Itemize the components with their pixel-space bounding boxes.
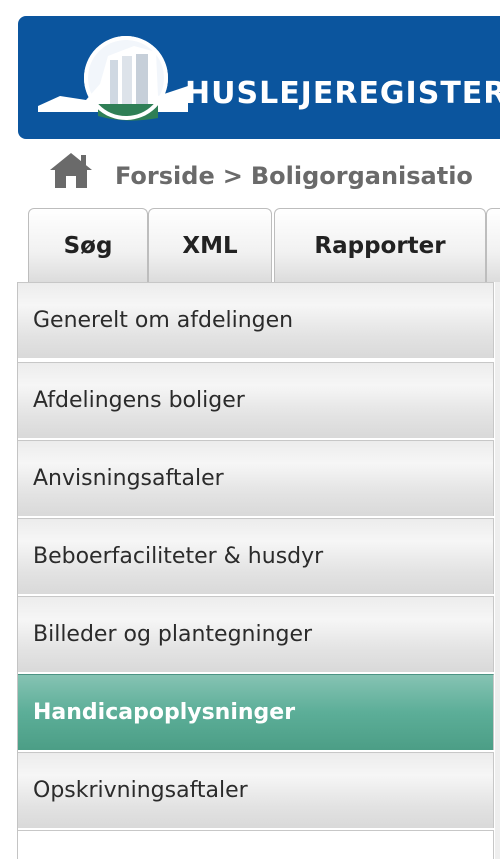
breadcrumb-link-boligorganisation[interactable]: Boligorganisatio	[251, 162, 473, 190]
menu-item-beboerfaciliteter[interactable]: Beboerfaciliteter & husdyr	[18, 518, 494, 594]
site-header: HUSLEJEREGISTER	[18, 16, 500, 139]
tab-rapporter[interactable]: Rapporter	[274, 208, 486, 282]
menu-item-handicapoplysninger[interactable]: Handicapoplysninger	[18, 674, 494, 750]
content-edge	[495, 282, 500, 859]
breadcrumb-separator: >	[222, 162, 243, 190]
breadcrumb-link-forside[interactable]: Forside	[115, 162, 215, 190]
tab-bar: Søg XML Rapporter	[28, 208, 500, 282]
menu-item-billeder[interactable]: Billeder og plantegninger	[18, 596, 494, 672]
menu-item-label: Handicapoplysninger	[33, 700, 296, 725]
menu-item-opskrivningsaftaler[interactable]: Opskrivningsaftaler	[18, 752, 494, 828]
menu-item-label: Billeder og plantegninger	[33, 622, 313, 647]
logo-icon[interactable]	[38, 26, 208, 136]
breadcrumb: Forside > Boligorganisatio	[48, 150, 500, 190]
tab-more[interactable]	[486, 208, 500, 282]
menu-item-next[interactable]	[18, 830, 494, 859]
menu-item-generelt[interactable]: Generelt om afdelingen	[18, 282, 494, 358]
menu-item-label: Generelt om afdelingen	[33, 308, 294, 333]
site-title: HUSLEJEREGISTER	[185, 76, 500, 111]
side-menu: Generelt om afdelingen Afdelingens bolig…	[17, 282, 496, 859]
menu-item-label: Beboerfaciliteter & husdyr	[33, 544, 324, 569]
menu-item-anvisningsaftaler[interactable]: Anvisningsaftaler	[18, 440, 494, 516]
menu-item-afdelingens-boliger[interactable]: Afdelingens boliger	[18, 362, 494, 438]
menu-item-label: Afdelingens boliger	[33, 388, 245, 413]
home-icon[interactable]	[48, 150, 94, 190]
tab-soeg[interactable]: Søg	[28, 208, 148, 282]
tab-xml[interactable]: XML	[148, 208, 272, 282]
menu-item-label: Opskrivningsaftaler	[33, 778, 248, 803]
menu-item-label: Anvisningsaftaler	[33, 466, 224, 491]
